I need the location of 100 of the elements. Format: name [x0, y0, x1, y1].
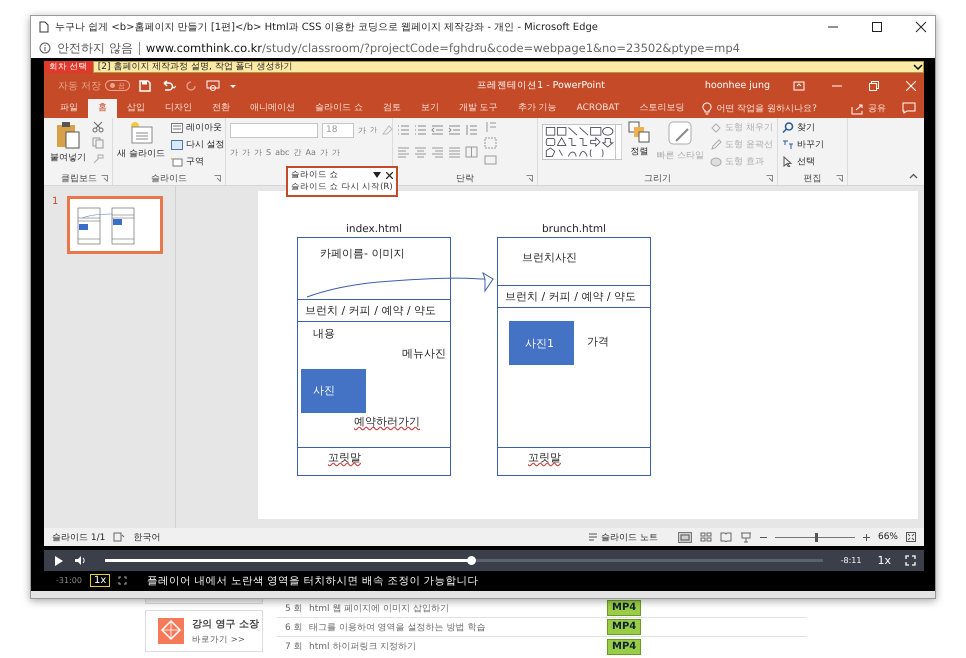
lesson-title[interactable]: html 웹 페이지에 이미지 삽입하기 [309, 602, 607, 614]
format-button[interactable]: 가 [320, 146, 328, 158]
spellcheck-icon[interactable] [113, 532, 126, 542]
presentation-icon[interactable] [206, 80, 220, 92]
line-spacing-icon[interactable] [465, 124, 478, 136]
text-direction-icon[interactable] [484, 121, 497, 133]
format-button[interactable]: Aa [305, 148, 316, 156]
format-button[interactable]: 가 [242, 146, 250, 158]
save-icon[interactable] [139, 80, 152, 92]
reading-view-icon[interactable] [720, 532, 732, 542]
ribbon-tab[interactable]: ACROBAT [566, 99, 630, 118]
mp4-badge[interactable]: MP4 [607, 600, 642, 616]
episode-select[interactable]: [2] 홈페이지 제작과정 설명, 작업 폴더 생성하기 [92, 60, 924, 72]
select-button[interactable]: 선택 [782, 155, 824, 168]
slideshow-view-icon[interactable] [740, 532, 752, 542]
progress-bar[interactable] [105, 559, 823, 562]
close-icon[interactable] [915, 21, 927, 33]
maximize-icon[interactable] [871, 21, 883, 33]
card-link[interactable]: 바로가기 >> [192, 634, 259, 646]
speed-button[interactable]: 1x [90, 574, 110, 587]
normal-view-icon[interactable] [678, 532, 692, 542]
justify-icon[interactable] [448, 146, 461, 158]
dialog-launcher-icon[interactable] [526, 175, 533, 182]
quick-styles-icon [668, 121, 692, 147]
font-size-field[interactable]: 18 [322, 122, 354, 138]
page-icon [39, 21, 49, 33]
scrollbar[interactable] [31, 591, 935, 598]
paste-button[interactable]: 붙여넣기 [50, 121, 86, 164]
format-button[interactable]: 가 [230, 146, 238, 158]
format-button[interactable]: 간 [293, 146, 302, 158]
ribbon-display-icon[interactable] [793, 80, 805, 90]
dialog-launcher-icon[interactable] [214, 175, 221, 182]
share-button[interactable]: 공유 [851, 99, 886, 118]
ribbon-tab[interactable]: 개발 도구 [448, 99, 508, 118]
collapse-ribbon-icon[interactable] [909, 173, 918, 179]
shape-gallery-drawing[interactable] [542, 121, 622, 163]
align-center-icon[interactable] [414, 146, 427, 158]
reset-button[interactable]: 다시 설정 [170, 138, 225, 151]
address-field[interactable]: www.comthink.co.kr/study/classroom/?projectCode=fghdru&code=webpage1&no=23502&ptype=mp4 [146, 41, 740, 55]
align-text-icon[interactable] [484, 137, 497, 149]
ribbon-tab[interactable]: 전환 [202, 99, 240, 118]
align-right-icon[interactable] [431, 146, 444, 158]
keep-course-card[interactable]: 강의 영구 소장 바로가기 >> [145, 610, 263, 652]
format-button[interactable]: 가 [254, 146, 262, 158]
ribbon-tab[interactable]: 애니메이션 [240, 99, 305, 118]
zoom-in-icon[interactable] [862, 534, 870, 540]
volume-icon[interactable] [74, 555, 87, 566]
mp4-badge[interactable]: MP4 [607, 638, 642, 654]
numbering-icon[interactable] [414, 124, 427, 136]
ribbon-tab[interactable]: 슬라이드 쇼 [305, 99, 373, 118]
notes-button[interactable]: 슬라이드 노트 [588, 530, 658, 544]
reset-icon [170, 140, 183, 150]
layout-button[interactable]: 레이아웃 [170, 121, 225, 134]
dialog-launcher-icon[interactable] [101, 175, 108, 182]
fit-to-window-icon[interactable] [906, 532, 916, 542]
format-button[interactable]: 가 [332, 146, 340, 158]
ribbon-tab[interactable]: 삽입 [117, 99, 155, 118]
new-slide-button[interactable]: 새 슬라이드 [117, 121, 165, 160]
copy-icon[interactable] [92, 137, 104, 149]
ribbon-tab[interactable]: 파일 [50, 99, 88, 118]
dialog-launcher-icon[interactable] [836, 175, 843, 182]
ribbon-tab[interactable]: 보기 [410, 99, 449, 118]
info-icon [39, 42, 51, 54]
format-button[interactable]: S [266, 148, 272, 156]
ribbon-tab[interactable]: 디자인 [155, 99, 202, 118]
fullscreen-icon[interactable] [118, 576, 128, 585]
slide-sorter-icon[interactable] [700, 532, 712, 542]
clipboard-icon [55, 121, 81, 149]
ribbon-tab[interactable]: 홈 [88, 99, 117, 118]
font-name-field[interactable] [230, 122, 318, 138]
replace-button[interactable]: 바꾸기 [782, 138, 824, 151]
format-button[interactable]: abc [275, 148, 290, 156]
restore-icon[interactable] [869, 80, 879, 90]
mp4-badge[interactable]: MP4 [607, 619, 642, 635]
dialog-launcher-icon[interactable] [766, 175, 773, 182]
ribbon-tab[interactable]: 추가 기능 [508, 99, 567, 118]
play-icon[interactable] [54, 556, 64, 566]
lesson-title[interactable]: html 하이퍼링크 지정하기 [309, 640, 607, 653]
speed-button[interactable]: 1x [877, 554, 891, 567]
grow-font-button[interactable]: 가 [358, 124, 366, 136]
increase-indent-icon[interactable] [448, 124, 461, 136]
smartart-icon[interactable] [484, 153, 497, 165]
columns-icon[interactable] [465, 146, 478, 158]
close-icon[interactable] [386, 172, 393, 178]
comment-icon[interactable] [902, 102, 916, 114]
dropdown-icon[interactable] [373, 172, 381, 178]
tell-me-field[interactable]: 어떤 작업을 원하시나요? [694, 99, 817, 118]
ribbon-tab[interactable]: 스토리보딩 [629, 99, 694, 118]
find-button[interactable]: 찾기 [782, 121, 824, 134]
decrease-indent-icon[interactable] [431, 124, 444, 136]
bullets-icon[interactable] [397, 124, 410, 136]
cut-icon[interactable] [92, 121, 104, 133]
align-left-icon[interactable] [397, 146, 410, 158]
body-text: 가격 [587, 334, 609, 349]
section-button[interactable]: 구역 [170, 155, 225, 168]
arrange-button[interactable]: 정렬 [628, 121, 650, 158]
ribbon-tab[interactable]: 검토 [372, 99, 411, 118]
lesson-title[interactable]: 태그를 이용하여 영역을 설정하는 방법 학습 [309, 620, 607, 634]
menu-item[interactable]: 슬라이드 쇼 다시 시작(R) [291, 181, 393, 193]
arrange-icon [628, 121, 650, 143]
